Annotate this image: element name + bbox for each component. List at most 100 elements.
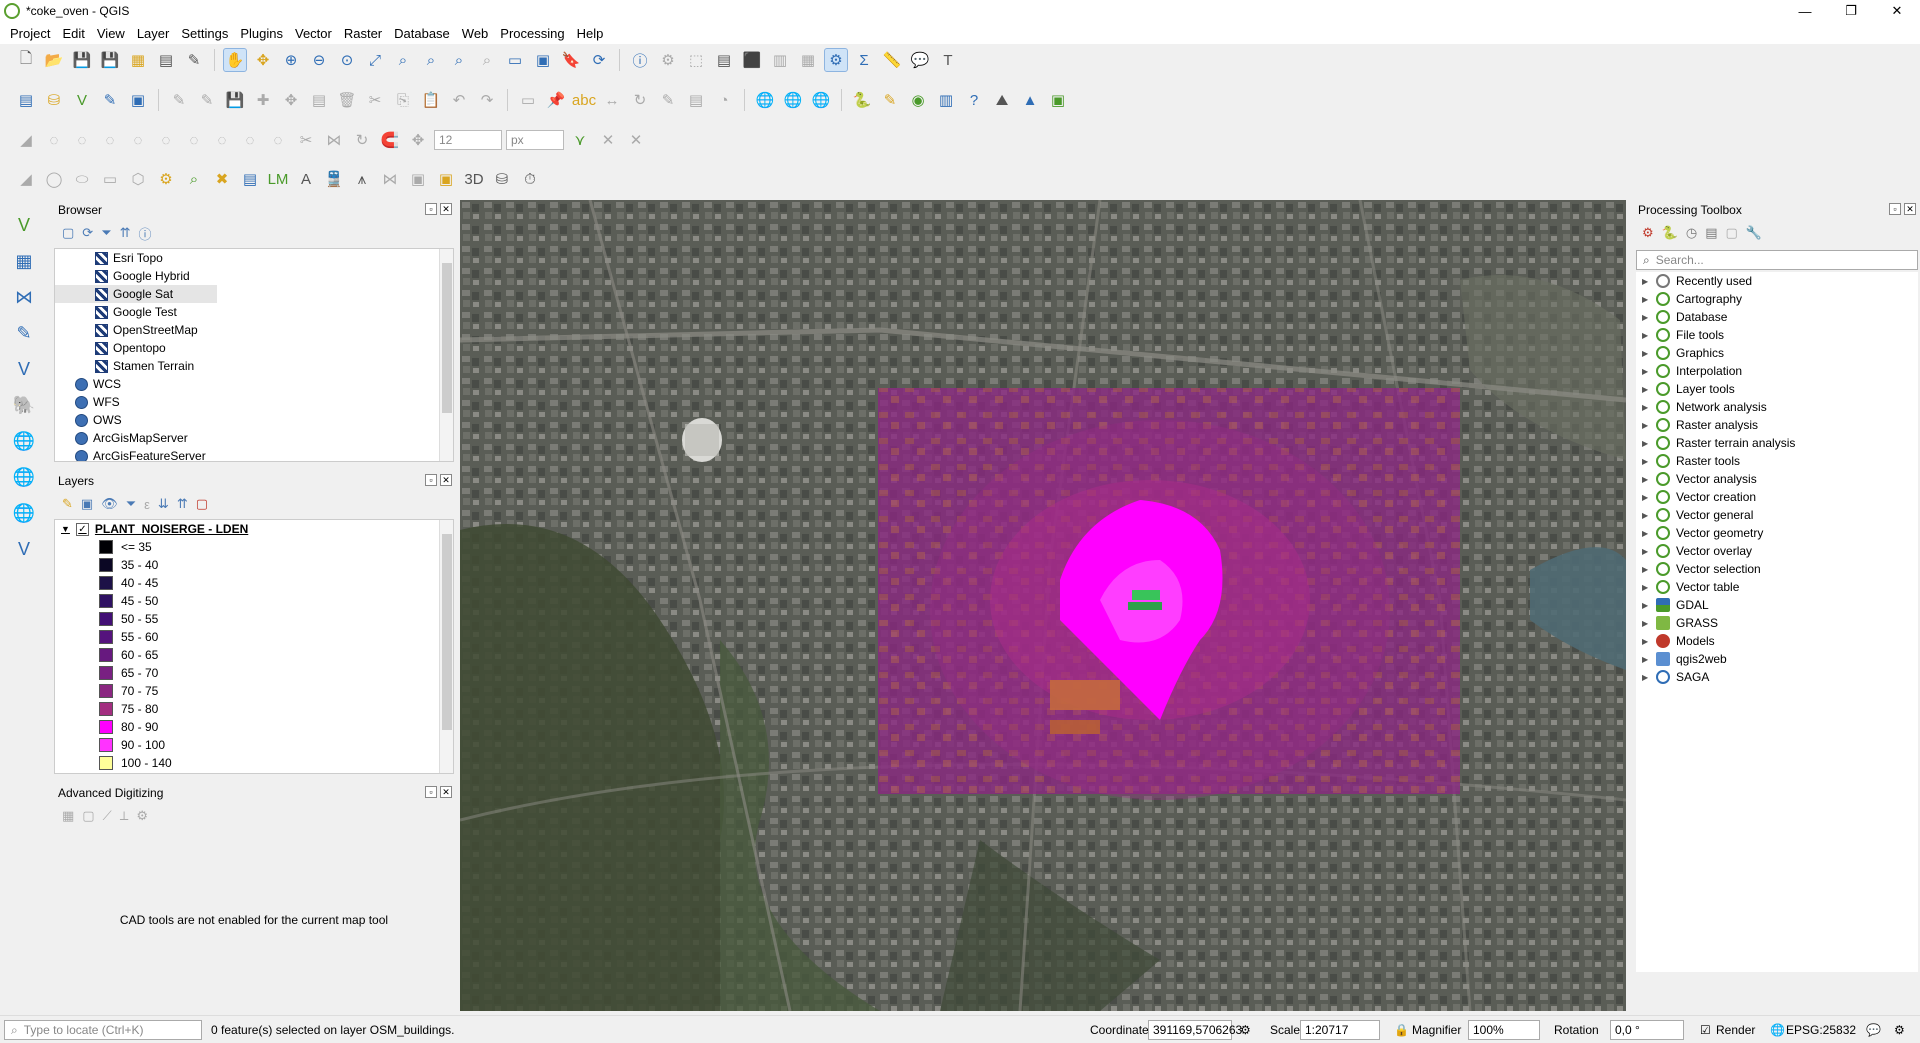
add-postgis-icon[interactable]: 🐘 — [9, 390, 39, 420]
layers-scrollbar[interactable] — [439, 520, 453, 773]
render-checkbox[interactable]: ☑ — [1700, 1023, 1711, 1037]
pan-icon[interactable]: ✋ — [223, 48, 247, 72]
toolbox-provider-item[interactable]: ▶ Recently used — [1636, 272, 1918, 290]
python-scripts-icon[interactable]: 🐍 — [1662, 225, 1678, 241]
toolbox-provider-item[interactable]: ▶ Database — [1636, 308, 1918, 326]
zoom-selection-icon[interactable]: ⌕ — [391, 48, 415, 72]
toolbox-provider-item[interactable]: ▶ Vector general — [1636, 506, 1918, 524]
toolbox-provider-item[interactable]: ▶ Layer tools — [1636, 380, 1918, 398]
shape-icon[interactable]: ◢ — [14, 128, 38, 152]
zoom-next-icon[interactable]: ⌕ — [475, 48, 499, 72]
data-source-manager-icon[interactable]: ▤ — [14, 88, 38, 112]
processing-toolbox-icon[interactable]: ⚙ — [824, 48, 848, 72]
options-icon[interactable]: 🔧 — [1746, 225, 1762, 241]
add-wfs-icon[interactable]: 🌐 — [809, 88, 833, 112]
new-geopackage-icon[interactable]: ⛁ — [42, 88, 66, 112]
close-panel-icon[interactable]: ✕ — [1904, 203, 1916, 215]
float-panel-icon[interactable]: ▫ — [425, 786, 437, 798]
modify-attributes-icon[interactable]: ▤ — [307, 88, 331, 112]
plugin-signal-icon[interactable]: ▲ — [1018, 88, 1042, 112]
close-panel-icon[interactable]: ✕ — [440, 474, 452, 486]
timer-icon[interactable]: ⏱ — [518, 167, 542, 191]
lma-icon[interactable]: LM — [266, 167, 290, 191]
coordinate-field[interactable]: 391169,5706263 — [1148, 1020, 1242, 1040]
add-wms-layer-icon[interactable]: 🌐 — [9, 426, 39, 456]
menu-edit[interactable]: Edit — [56, 26, 90, 41]
in-place-edit-icon[interactable]: ▢ — [1725, 225, 1737, 241]
expand-arrow-icon[interactable]: ▶ — [1642, 565, 1656, 574]
show-hide-labels-icon[interactable]: ▤ — [684, 88, 708, 112]
close-panel-icon[interactable]: ✕ — [440, 203, 452, 215]
legend-item[interactable]: 35 - 40 — [55, 556, 453, 574]
legend-item[interactable]: 80 - 90 — [55, 718, 453, 736]
minimize-button[interactable]: — — [1782, 0, 1828, 22]
redo-icon[interactable]: ↷ — [475, 88, 499, 112]
expand-all-icon[interactable]: ⇊ — [158, 496, 169, 512]
legend-item[interactable]: 100 - 140 — [55, 754, 453, 772]
locator-search-icon[interactable]: ⌕ — [182, 167, 206, 191]
settings-gear-icon[interactable]: ⚙ — [136, 808, 148, 824]
expand-arrow-icon[interactable]: ▶ — [1642, 277, 1656, 286]
add-virtual-layer-icon[interactable]: V — [9, 534, 39, 564]
refresh-icon[interactable]: ⟳ — [587, 48, 611, 72]
field-calc-icon[interactable]: ▥ — [768, 48, 792, 72]
new-map-view-icon[interactable]: ▭ — [503, 48, 527, 72]
expand-arrow-icon[interactable]: ▶ — [1642, 619, 1656, 628]
layout-manager-icon[interactable]: ▤ — [154, 48, 178, 72]
regular-polygon-icon[interactable]: ⬡ — [126, 167, 150, 191]
toolbox-provider-item[interactable]: ▶ Vector analysis — [1636, 470, 1918, 488]
add-mesh-layer-icon[interactable]: ⋈ — [9, 282, 39, 312]
legend-item[interactable]: 45 - 50 — [55, 592, 453, 610]
georeferencer-icon[interactable]: ⚙ — [154, 167, 178, 191]
metadata-icon[interactable]: ▤ — [238, 167, 262, 191]
crs-button[interactable]: EPSG:25832 — [1786, 1023, 1856, 1037]
reshape-icon[interactable]: ◌ — [70, 128, 94, 152]
collapse-all-icon[interactable]: ⇈ — [120, 225, 131, 241]
toolbox-provider-item[interactable]: ▶ File tools — [1636, 326, 1918, 344]
new-project-icon[interactable]: 🗋 — [14, 48, 38, 72]
delete-selected-icon[interactable]: 🗑 — [335, 88, 359, 112]
add-vector-layer-icon[interactable]: V — [9, 210, 39, 240]
measure-icon[interactable]: 📏 — [880, 48, 904, 72]
browser-item[interactable]: WFS — [55, 393, 439, 411]
menu-plugins[interactable]: Plugins — [234, 26, 289, 41]
float-panel-icon[interactable]: ▫ — [425, 474, 437, 486]
browser-item[interactable]: OWS — [55, 411, 439, 429]
expand-arrow-icon[interactable]: ▶ — [1642, 295, 1656, 304]
legend-item[interactable]: 60 - 65 — [55, 646, 453, 664]
toolbox-provider-item[interactable]: ▶ Vector overlay — [1636, 542, 1918, 560]
save-edits-icon[interactable]: 💾 — [223, 88, 247, 112]
merge-features-icon[interactable]: ⋈ — [322, 128, 346, 152]
filter-icon[interactable]: ⏷ — [101, 225, 111, 241]
toolbox-provider-item[interactable]: ▶ Network analysis — [1636, 398, 1918, 416]
remove-layer-icon[interactable]: ▢ — [196, 496, 208, 512]
toolbox-provider-item[interactable]: ▶ Graphics — [1636, 344, 1918, 362]
add-group-icon[interactable]: ▣ — [81, 496, 93, 512]
add-ring-icon[interactable]: ◌ — [126, 128, 150, 152]
info-icon[interactable]: ⓘ — [139, 224, 152, 243]
add-spatialite-icon[interactable]: V — [9, 354, 39, 384]
layer-visibility-checkbox[interactable]: ✓ — [75, 522, 89, 536]
select-features-icon[interactable]: ⬚ — [684, 48, 708, 72]
browser-item[interactable]: Google Sat — [55, 285, 217, 303]
pan-to-selection-icon[interactable]: ✥ — [251, 48, 275, 72]
new-shapefile-icon[interactable]: V — [70, 88, 94, 112]
trace-icon[interactable]: ✕ — [624, 128, 648, 152]
edit-pencil-icon[interactable]: ✎ — [167, 88, 191, 112]
ellipse-icon[interactable]: ⬭ — [70, 167, 94, 191]
add-arcgis-icon[interactable]: 🌐 — [9, 498, 39, 528]
expand-arrow-icon[interactable]: ▶ — [1642, 439, 1656, 448]
menu-settings[interactable]: Settings — [175, 26, 234, 41]
expand-arrow-icon[interactable]: ▶ — [1642, 529, 1656, 538]
expand-arrow-icon[interactable]: ▶ — [1642, 367, 1656, 376]
offset-curve-icon[interactable]: ◌ — [42, 128, 66, 152]
rotation-field[interactable]: 0,0 ° — [1610, 1020, 1684, 1040]
chat-icon[interactable]: ▣ — [406, 167, 430, 191]
toolbox-provider-item[interactable]: ▶ Vector geometry — [1636, 524, 1918, 542]
add-delimited-text-icon[interactable]: ✎ — [9, 318, 39, 348]
crs-globe-icon[interactable]: 🌐 — [1770, 1023, 1785, 1037]
legend-item[interactable]: 70 - 75 — [55, 682, 453, 700]
map-tips-icon[interactable]: 💬 — [908, 48, 932, 72]
toolbox-provider-item[interactable]: ▶ Raster tools — [1636, 452, 1918, 470]
split-features-icon[interactable]: ✂ — [294, 128, 318, 152]
